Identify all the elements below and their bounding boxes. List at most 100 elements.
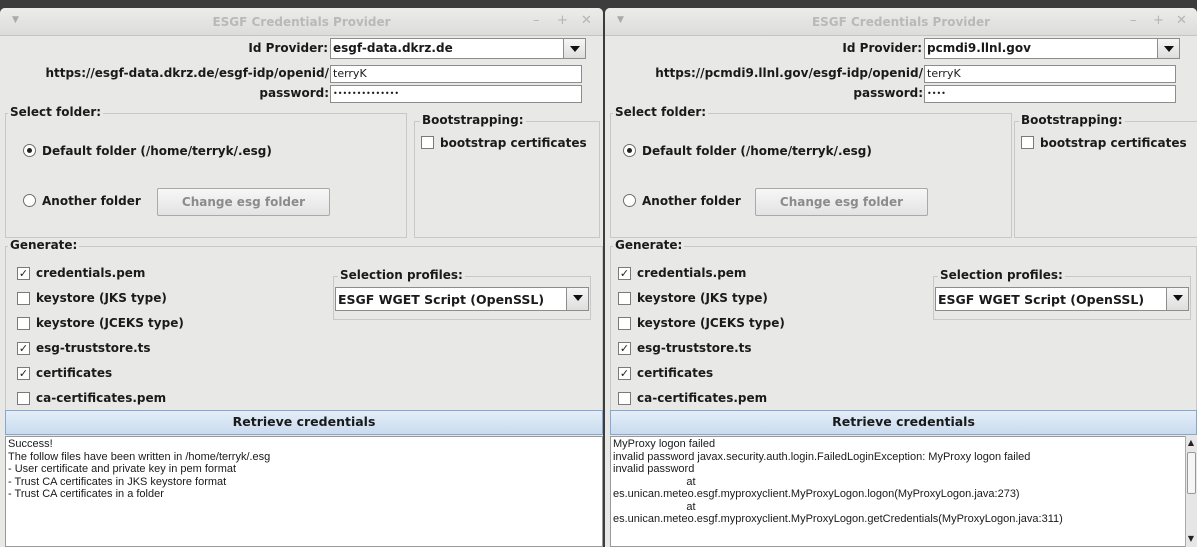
certificates-checkbox[interactable]: ✓ — [17, 367, 30, 380]
credentials-window-right: ▼ ESGF Credentials Provider – + ✕ Id Pro… — [605, 8, 1197, 547]
bootstrap-checkbox[interactable] — [1021, 136, 1034, 149]
certificates-checkbox[interactable]: ✓ — [618, 367, 631, 380]
log-line: es.unican.meteo.esgf.myproxyclient.MyPro… — [613, 513, 1063, 525]
id-provider-value: esgf-data.dkrz.de — [333, 41, 453, 55]
select-folder-group — [610, 113, 1012, 238]
default-folder-label[interactable]: Default folder (/home/terryk/.esg) — [642, 144, 872, 158]
id-provider-select[interactable]: esgf-data.dkrz.de — [330, 38, 586, 59]
bootstrap-label[interactable]: bootstrap certificates — [440, 136, 587, 150]
selection-profile-select[interactable]: ESGF WGET Script (OpenSSL) — [335, 287, 589, 311]
generate-title: Generate: — [8, 238, 80, 252]
minimize-icon[interactable]: – — [533, 13, 540, 28]
certificates-label[interactable]: certificates — [36, 366, 112, 380]
title-bar[interactable]: ▼ ESGF Credentials Provider – + ✕ — [605, 8, 1197, 36]
selection-profiles-title: Selection profiles: — [338, 268, 465, 282]
openid-prefix-label: https://esgf-data.dkrz.de/esgf-idp/openi… — [45, 66, 329, 80]
scroll-up-icon[interactable]: ▲ — [1186, 438, 1196, 448]
id-provider-value: pcmdi9.llnl.gov — [927, 41, 1031, 55]
title-bar[interactable]: ▼ ESGF Credentials Provider – + ✕ — [0, 8, 603, 36]
retrieve-credentials-button[interactable]: Retrieve credentials — [5, 410, 603, 435]
default-folder-radio[interactable] — [23, 144, 36, 157]
selection-profile-select[interactable]: ESGF WGET Script (OpenSSL) — [935, 287, 1189, 311]
esg-truststore-label[interactable]: esg-truststore.ts — [637, 341, 752, 355]
bootstrapping-title: Bootstrapping: — [420, 113, 526, 127]
username-field[interactable]: terryK — [330, 65, 582, 83]
maximize-icon[interactable]: + — [1153, 13, 1164, 28]
password-label: password: — [259, 86, 329, 100]
log-line: at — [613, 500, 696, 513]
maximize-icon[interactable]: + — [557, 13, 568, 28]
select-folder-title: Select folder: — [8, 105, 104, 119]
id-provider-select[interactable]: pcmdi9.llnl.gov — [924, 38, 1180, 59]
keystore-jks-label[interactable]: keystore (JKS type) — [637, 291, 768, 305]
another-folder-label[interactable]: Another folder — [42, 194, 141, 208]
chevron-down-icon[interactable] — [1157, 39, 1179, 58]
selection-profile-value: ESGF WGET Script (OpenSSL) — [938, 292, 1145, 307]
username-field[interactable]: terryK — [924, 65, 1176, 83]
log-line: es.unican.meteo.esgf.myproxyclient.MyPro… — [613, 488, 1020, 500]
log-line: - User certificate and private key in pe… — [8, 463, 237, 475]
ca-certificates-label[interactable]: ca-certificates.pem — [36, 391, 166, 405]
keystore-jceks-label[interactable]: keystore (JCEKS type) — [36, 316, 184, 330]
bootstrap-label[interactable]: bootstrap certificates — [1040, 136, 1187, 150]
log-line: invalid password javax.security.auth.log… — [613, 450, 1031, 463]
id-provider-label: Id Provider: — [248, 41, 328, 55]
select-folder-group — [5, 113, 407, 238]
credentials-pem-checkbox[interactable]: ✓ — [618, 267, 631, 280]
log-line: MyProxy logon failed — [613, 438, 716, 450]
log-line: invalid password — [613, 463, 695, 475]
scroll-thumb[interactable] — [1187, 452, 1196, 494]
output-log: MyProxy logon failed invalid password ja… — [610, 436, 1185, 547]
bootstrapping-title: Bootstrapping: — [1019, 113, 1125, 127]
default-folder-label[interactable]: Default folder (/home/terryk/.esg) — [42, 144, 272, 158]
openid-prefix-label: https://pcmdi9.llnl.gov/esgf-idp/openid/ — [655, 66, 923, 80]
generate-title: Generate: — [613, 238, 685, 252]
esg-truststore-label[interactable]: esg-truststore.ts — [36, 341, 151, 355]
retrieve-credentials-button[interactable]: Retrieve credentials — [610, 410, 1197, 435]
default-folder-radio[interactable] — [623, 144, 636, 157]
id-provider-label: Id Provider: — [842, 41, 922, 55]
select-folder-title: Select folder: — [613, 105, 709, 119]
close-icon[interactable]: ✕ — [581, 13, 592, 28]
scroll-down-icon[interactable]: ▼ — [1186, 534, 1196, 544]
minimize-icon[interactable]: – — [1130, 13, 1137, 28]
ca-certificates-checkbox[interactable] — [618, 392, 631, 405]
output-log: Success! The follow files have been writ… — [5, 436, 603, 547]
window-title: ESGF Credentials Provider — [212, 15, 391, 29]
window-title: ESGF Credentials Provider — [811, 15, 991, 29]
credentials-pem-label[interactable]: credentials.pem — [637, 266, 746, 280]
close-icon[interactable]: ✕ — [1176, 13, 1187, 28]
password-label: password: — [853, 86, 923, 100]
password-field[interactable]: •••••••••••••• — [330, 85, 582, 103]
selection-profiles-title: Selection profiles: — [938, 268, 1065, 282]
keystore-jceks-label[interactable]: keystore (JCEKS type) — [637, 316, 785, 330]
change-folder-button[interactable]: Change esg folder — [755, 188, 928, 216]
credentials-pem-checkbox[interactable]: ✓ — [17, 267, 30, 280]
ca-certificates-label[interactable]: ca-certificates.pem — [637, 391, 767, 405]
keystore-jceks-checkbox[interactable] — [618, 317, 631, 330]
ca-certificates-checkbox[interactable] — [17, 392, 30, 405]
another-folder-radio[interactable] — [623, 194, 636, 207]
another-folder-radio[interactable] — [23, 194, 36, 207]
log-line: The follow files have been written in /h… — [8, 450, 271, 463]
keystore-jks-checkbox[interactable] — [618, 292, 631, 305]
chevron-down-icon[interactable] — [566, 288, 588, 310]
log-line: at — [613, 475, 696, 488]
chevron-down-icon[interactable] — [1166, 288, 1188, 310]
bootstrap-checkbox[interactable] — [421, 136, 434, 149]
certificates-label[interactable]: certificates — [637, 366, 713, 380]
keystore-jks-checkbox[interactable] — [17, 292, 30, 305]
change-folder-button[interactable]: Change esg folder — [157, 188, 330, 216]
credentials-window-left: ▼ ESGF Credentials Provider – + ✕ Id Pro… — [0, 8, 603, 547]
keystore-jks-label[interactable]: keystore (JKS type) — [36, 291, 167, 305]
output-scrollbar[interactable]: ▲ ▼ — [1185, 436, 1197, 547]
log-line: - Trust CA certificates in JKS keystore … — [8, 475, 227, 488]
credentials-pem-label[interactable]: credentials.pem — [36, 266, 145, 280]
esg-truststore-checkbox[interactable]: ✓ — [618, 342, 631, 355]
keystore-jceks-checkbox[interactable] — [17, 317, 30, 330]
esg-truststore-checkbox[interactable]: ✓ — [17, 342, 30, 355]
log-line: Success! — [8, 438, 53, 450]
chevron-down-icon[interactable] — [563, 39, 585, 58]
another-folder-label[interactable]: Another folder — [642, 194, 741, 208]
password-field[interactable]: •••• — [924, 85, 1176, 103]
